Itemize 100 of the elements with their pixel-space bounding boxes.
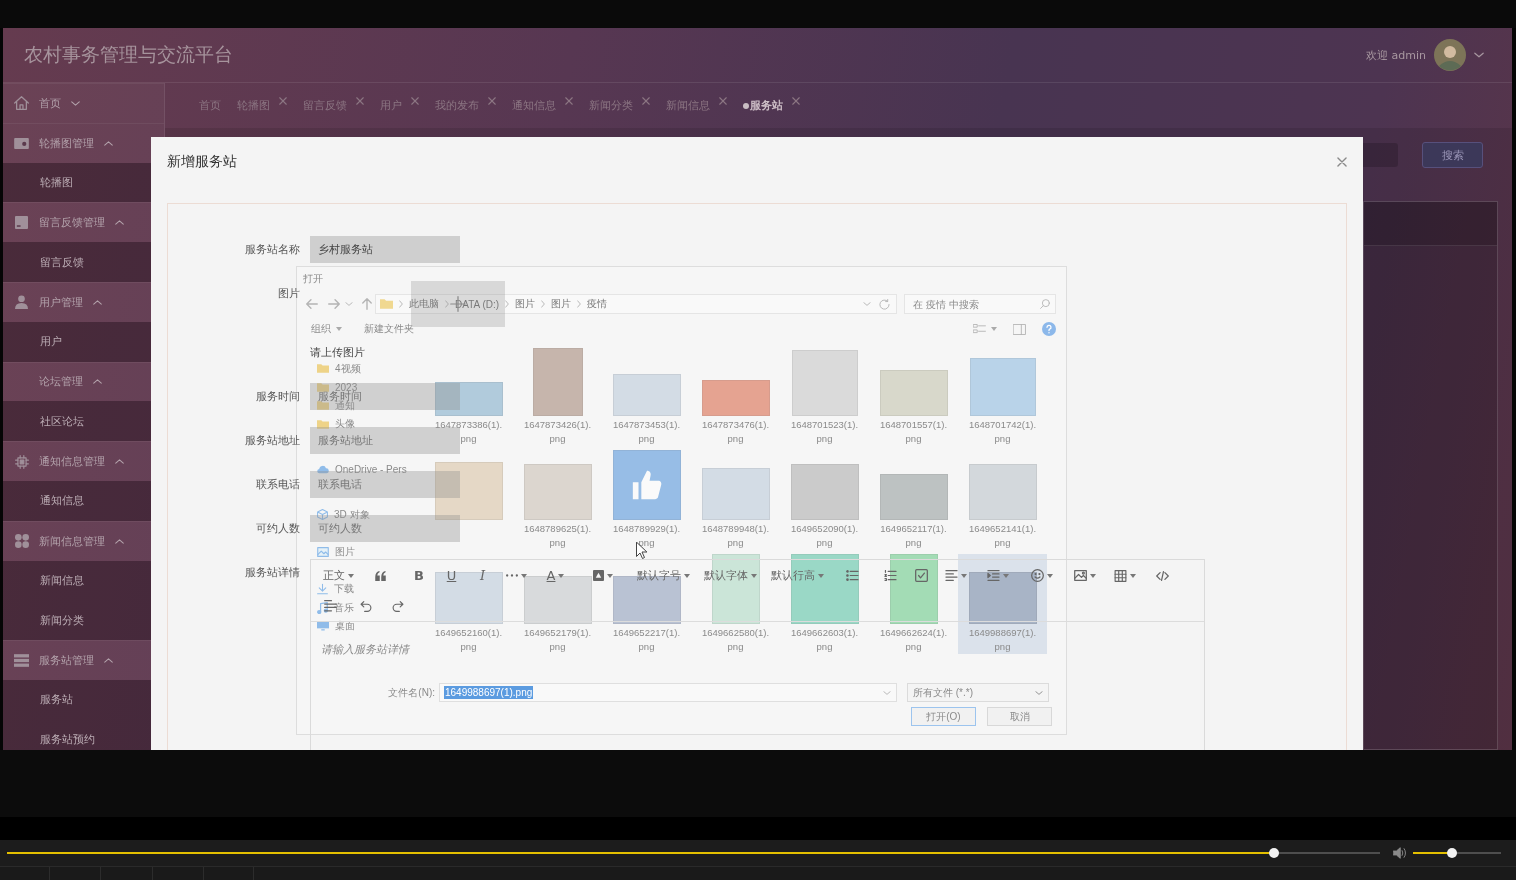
cloud-icon [317, 465, 329, 474]
image-thumbnail [532, 348, 583, 416]
file-name[interactable]: 1649662603(1).png [788, 626, 861, 654]
image-thumbnail [968, 572, 1037, 624]
toolbar-button[interactable]: U [436, 563, 467, 588]
selected-file-highlight[interactable]: 1649988697(1).png [958, 554, 1047, 654]
command-button[interactable]: 新建文件夹 [364, 322, 414, 336]
dialog-button[interactable]: 打开(O) [911, 707, 976, 726]
toolbar-button[interactable]: I [467, 563, 498, 588]
upload-box[interactable] [411, 281, 505, 327]
breadcrumb-item[interactable]: 图片 [515, 297, 536, 311]
chip-icon [14, 454, 29, 469]
view-options-button[interactable] [973, 324, 997, 334]
sidebar-group[interactable]: 轮播图管理 [3, 122, 164, 163]
chevron-down-icon [863, 302, 871, 306]
file-name[interactable]: 1648789948(1).png [699, 522, 772, 550]
chevron-right-icon [399, 300, 403, 308]
redo-icon [392, 600, 404, 612]
field-label: 可约人数 [255, 521, 300, 537]
file-name[interactable]: 1647873476(1).png [699, 418, 772, 446]
file-name[interactable]: 1649652179(1).png [521, 626, 594, 654]
file-name[interactable]: 1649652160(1).png [432, 626, 505, 654]
pane-icon [1013, 323, 1026, 335]
volume-handle[interactable] [1446, 848, 1457, 858]
caret-icon [991, 327, 997, 331]
image-icon [317, 546, 329, 557]
app-title: 农村事务管理与交流平台 [24, 42, 233, 67]
field-label: 联系电话 [255, 477, 300, 493]
field-label: 服务站地址 [244, 433, 300, 449]
chevron-down-icon [1474, 52, 1484, 58]
search-button[interactable]: 搜索 [1422, 142, 1483, 168]
field-label: 服务站名称 [244, 242, 300, 258]
file-name-value: 1649988697(1).png [444, 686, 534, 699]
nav-item[interactable]: 音乐 [317, 598, 421, 617]
seek-handle[interactable] [1269, 848, 1280, 858]
file-name[interactable]: 1649662624(1).png [877, 626, 950, 654]
tab[interactable]: 我的发布 [435, 95, 496, 116]
image-thumbnail [968, 464, 1037, 520]
file-name[interactable]: 1647873453(1).png [610, 418, 683, 446]
format-dropdown[interactable]: 默认字号 [630, 563, 696, 588]
file-name[interactable]: 1649652090(1).png [788, 522, 861, 550]
image-thumbnail [889, 554, 938, 624]
text-input[interactable]: 请输入服务站详情 [321, 641, 421, 658]
help-button[interactable] [1042, 322, 1056, 336]
toolbar-button[interactable]: A [535, 563, 576, 588]
card-icon [14, 137, 29, 149]
quote-icon [375, 570, 387, 581]
field-label: 服务时间 [255, 389, 300, 405]
desktop-icon [317, 621, 329, 631]
dialog-title: 打开 [303, 272, 323, 286]
image-thumbnail [701, 380, 770, 416]
folder-icon [317, 382, 329, 392]
breadcrumb-item[interactable]: 此电脑 [409, 297, 439, 311]
smiley-icon [1031, 569, 1044, 582]
file-name[interactable]: 1648701742(1).png [966, 418, 1039, 446]
help-icon [1042, 322, 1056, 336]
numbered-list-icon [884, 570, 897, 581]
image-thumbnail [434, 572, 503, 624]
format-dropdown[interactable]: 默认字体 [696, 563, 765, 588]
close-icon [1337, 157, 1347, 167]
chevron-down-icon [345, 302, 353, 306]
file-name[interactable]: 1648701557(1).png [877, 418, 950, 446]
tab[interactable]: 服务站 [743, 95, 800, 116]
file-name[interactable]: 1649652117(1).png [877, 522, 950, 550]
arrow-up-icon [362, 298, 372, 310]
chevron-right-icon [445, 300, 449, 308]
sidebar-group[interactable]: 首页 [3, 83, 164, 123]
file-type-select[interactable]: 所有文件 (*.*) [907, 683, 1049, 702]
file-name[interactable]: 1648701523(1).png [788, 418, 861, 446]
breadcrumb-item[interactable]: 图片 [551, 297, 572, 311]
image-icon [1073, 570, 1087, 581]
image-thumbnail [701, 468, 770, 520]
image-thumbnail [523, 464, 592, 520]
image-thumbnail [612, 374, 681, 416]
nav-item[interactable]: 图片 [317, 542, 421, 561]
file-name[interactable]: 1649662580(1).png [699, 626, 772, 654]
file-name[interactable]: 1648789625(1).png [521, 522, 594, 550]
file-name-label: 文件名(N): [387, 685, 436, 700]
nav-item[interactable]: 4视频 [317, 359, 421, 378]
cube-icon [317, 509, 328, 521]
file-name[interactable]: 1647873426(1).png [521, 418, 594, 446]
command-button[interactable]: 组织 [311, 322, 342, 336]
align-left-icon [945, 570, 958, 581]
more-icon [506, 574, 518, 577]
breadcrumb-item[interactable]: 疫情 [587, 297, 608, 311]
file-name[interactable]: 1649988697(1).png [966, 626, 1039, 654]
file-name[interactable]: 1649652217(1).png [610, 626, 683, 654]
file-name[interactable]: 1649652141(1).png [966, 522, 1039, 550]
chevron-right-icon [505, 300, 510, 308]
avatar [1434, 39, 1466, 71]
breadcrumb-item[interactable]: DATA (D:) [455, 298, 500, 310]
image-thumbnail [879, 370, 948, 416]
chevron-down-icon [883, 690, 891, 695]
dialog-button[interactable]: 取消 [987, 707, 1052, 726]
music-icon [317, 601, 328, 614]
arrow-left-icon [306, 299, 318, 309]
file-name-field[interactable]: 1649988697(1).png [439, 683, 897, 702]
address-bar[interactable]: 此电脑 DATA (D:) 图片 图片 疫情 [375, 294, 897, 314]
user-greeting[interactable]: 欢迎 admin [1366, 47, 1426, 63]
close-button[interactable] [1334, 154, 1350, 170]
